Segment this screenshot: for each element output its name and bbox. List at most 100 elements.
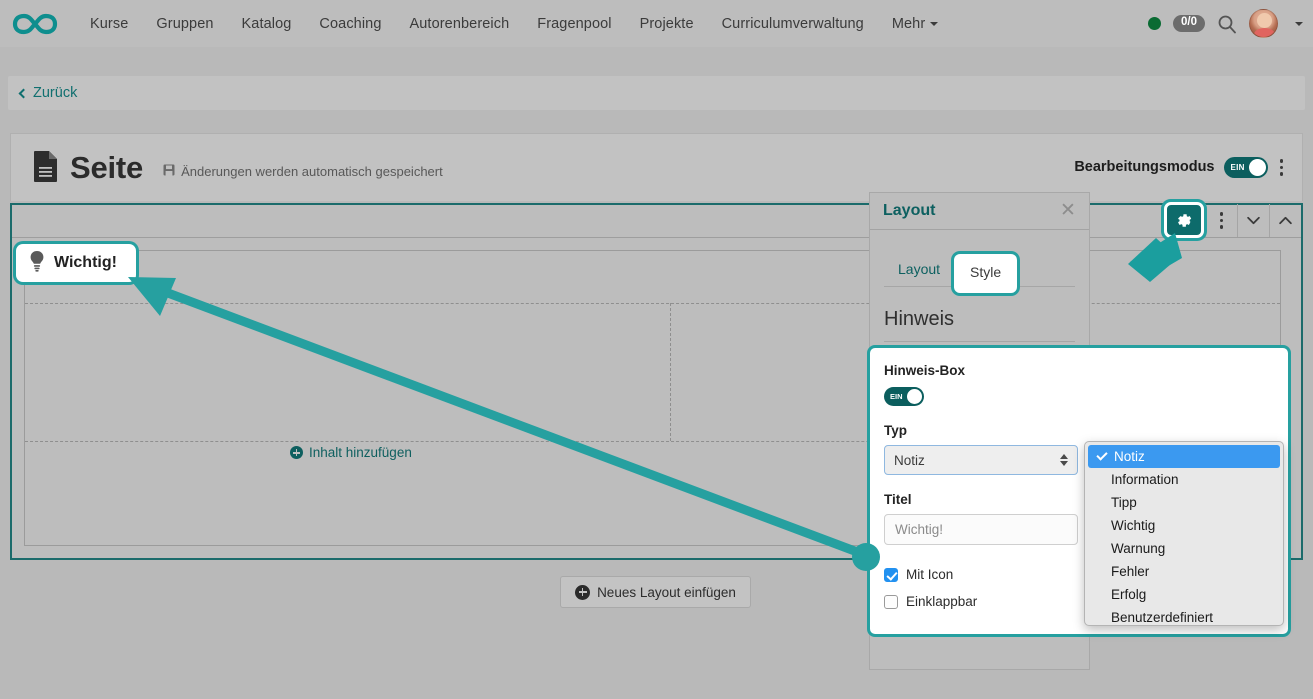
nav-link-mehr-label: Mehr [892,16,925,32]
dialog-header: Layout ✕ [870,193,1089,230]
dialog-title: Layout [883,202,935,220]
layout-block-toolbar [12,205,1301,238]
document-icon [33,150,59,187]
dialog-section-divider [884,341,1075,342]
app-root: Kurse Gruppen Katalog Coaching Autorenbe… [0,0,1313,699]
edit-mode-group: Bearbeitungsmodus EIN [1074,156,1286,179]
typ-label: Typ [884,423,1077,438]
toggle-knob [1249,159,1266,176]
back-bar: Zurück [8,76,1305,110]
mit-icon-row: Mit Icon [884,567,1077,582]
hinweis-box-toggle-state: EIN [890,392,903,401]
status-online-icon [1148,17,1161,30]
add-content-label-1: Inhalt hinzufügen [309,445,412,460]
main-navbar: Kurse Gruppen Katalog Coaching Autorenbe… [0,0,1313,47]
dropdown-option-notiz[interactable]: Notiz [1088,445,1280,468]
typ-select[interactable]: Notiz [884,445,1078,475]
plus-circle-icon [575,585,590,600]
autosave-status: Änderungen werden automatisch gespeicher… [163,158,443,179]
back-button-label: Zurück [33,85,77,101]
dropdown-option-information[interactable]: Information [1085,468,1283,491]
nav-link-curriculumverwaltung[interactable]: Curriculumverwaltung [708,10,878,38]
tab-layout[interactable]: Layout [884,254,954,288]
titel-input-value: Wichtig! [895,522,943,537]
back-button[interactable]: Zurück [20,85,77,101]
select-spinner-icon [1060,454,1068,466]
dropdown-option-fehler[interactable]: Fehler [1085,560,1283,583]
gear-icon [1176,212,1193,229]
hinweis-settings-form: Hinweis-Box EIN Typ Notiz Titel Wichtig!… [870,348,1091,634]
einklappbar-row: Einklappbar [884,594,1077,609]
floppy-save-icon [163,164,175,179]
edit-mode-toggle[interactable]: EIN [1224,157,1268,178]
nav-link-autorenbereich[interactable]: Autorenbereich [396,10,524,38]
nav-link-katalog[interactable]: Katalog [228,10,306,38]
lightbulb-icon [28,250,46,277]
nav-links: Kurse Gruppen Katalog Coaching Autorenbe… [76,10,952,38]
layout-settings-gear-button[interactable] [1167,205,1201,235]
page-title: Seite [70,150,143,186]
dropdown-option-warnung-label: Warnung [1111,541,1165,556]
nav-link-fragenpool[interactable]: Fragenpool [523,10,625,38]
close-icon[interactable]: ✕ [1059,202,1077,220]
insert-new-layout-button[interactable]: Neues Layout einfügen [560,576,751,608]
check-icon [1096,449,1107,460]
user-menu-chevron-down-icon[interactable] [1295,22,1303,26]
dialog-tabs: Layout Style [870,230,1089,288]
navbar-right-group: 0/0 [1148,0,1303,47]
page-more-menu-icon[interactable] [1277,156,1287,179]
titel-label: Titel [884,492,1077,507]
chevron-up-icon [1278,216,1293,225]
einklappbar-label: Einklappbar [906,594,977,609]
mit-icon-checkbox[interactable] [884,568,898,582]
nav-link-gruppen[interactable]: Gruppen [142,10,227,38]
page-header-card: Seite Änderungen werden automatisch gesp… [10,133,1303,201]
layout-block-tool-group [1171,204,1301,237]
content-divider-top [25,303,1280,304]
search-icon[interactable] [1217,14,1237,34]
nav-link-kurse[interactable]: Kurse [76,10,142,38]
layout-block-more-menu-icon[interactable] [1205,204,1237,237]
edit-mode-label: Bearbeitungsmodus [1074,159,1214,175]
chevron-down-icon [1246,216,1261,225]
tab-style[interactable]: Style [954,254,1017,293]
dropdown-option-information-label: Information [1111,472,1179,487]
chevron-down-icon [930,22,938,26]
infinity-logo[interactable] [12,11,58,37]
dropdown-option-erfolg[interactable]: Erfolg [1085,583,1283,606]
dropdown-option-warnung[interactable]: Warnung [1085,537,1283,560]
notification-count-badge[interactable]: 0/0 [1173,15,1205,32]
autosave-text: Änderungen werden automatisch gespeicher… [181,164,443,179]
dropdown-option-fehler-label: Fehler [1111,564,1149,579]
layout-block-move-up-button[interactable] [1269,204,1301,237]
avatar[interactable] [1249,9,1278,38]
typ-select-value: Notiz [894,453,925,468]
dropdown-option-wichtig[interactable]: Wichtig [1085,514,1283,537]
content-divider-vertical [670,303,671,441]
typ-select-dropdown[interactable]: Notiz Information Tipp Wichtig Warnung F… [1084,441,1284,626]
nav-link-coaching[interactable]: Coaching [305,10,395,38]
nav-link-projekte[interactable]: Projekte [626,10,708,38]
plus-circle-icon [290,446,303,459]
hinweis-box-label: Hinweis-Box [884,363,1077,378]
einklappbar-checkbox[interactable] [884,595,898,609]
dropdown-option-benutzerdefiniert-label: Benutzerdefiniert [1111,610,1213,625]
hinweis-box-title-chip[interactable]: Wichtig! [16,244,136,282]
toggle-knob [907,389,922,404]
dropdown-option-tipp[interactable]: Tipp [1085,491,1283,514]
edit-mode-toggle-state: EIN [1231,163,1245,172]
chevron-left-icon [19,88,29,98]
dropdown-option-benutzerdefiniert[interactable]: Benutzerdefiniert [1085,606,1283,629]
dropdown-option-wichtig-label: Wichtig [1111,518,1155,533]
add-content-button-1[interactable]: Inhalt hinzufügen [290,445,412,460]
layout-block-move-down-button[interactable] [1237,204,1269,237]
dropdown-option-tipp-label: Tipp [1111,495,1137,510]
dialog-section-title: Hinweis [884,308,1089,331]
hinweis-box-toggle[interactable]: EIN [884,387,924,406]
nav-link-mehr[interactable]: Mehr [878,10,952,38]
insert-new-layout-label: Neues Layout einfügen [597,585,736,600]
titel-input[interactable]: Wichtig! [884,514,1078,545]
mit-icon-label: Mit Icon [906,567,953,582]
dropdown-option-notiz-label: Notiz [1114,449,1145,464]
hinweis-box-title-chip-label: Wichtig! [54,254,117,272]
